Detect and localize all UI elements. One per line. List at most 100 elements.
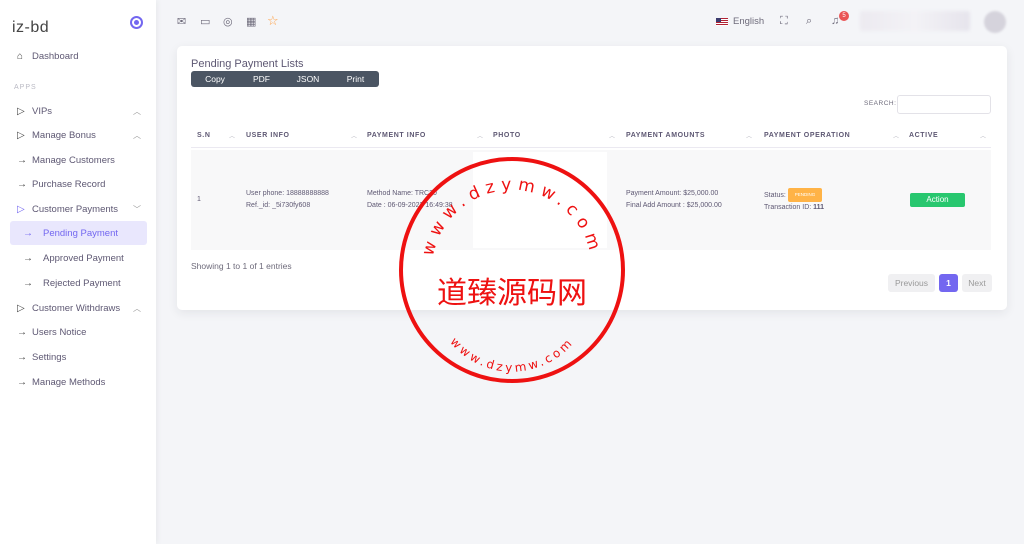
sidebar-item-label: Dashboard: [32, 50, 79, 62]
sidebar-item-dashboard[interactable]: ⌂ Dashboard: [10, 44, 147, 68]
section-label-apps: APPS: [14, 84, 37, 91]
search-input[interactable]: [897, 95, 991, 114]
copy-button[interactable]: Copy: [191, 71, 239, 87]
svg-text:www.dzymw.com: www.dzymw.com: [447, 335, 576, 375]
status-label: Status:: [764, 191, 786, 199]
pagination-next[interactable]: Next: [962, 274, 992, 292]
language-label: English: [733, 16, 765, 27]
ref-id: Ref._id: _5i730fy608: [246, 202, 311, 209]
pdf-button[interactable]: PDF: [239, 71, 284, 87]
column-header-active[interactable]: ACTIVE: [909, 132, 938, 139]
column-header-payment-operation[interactable]: PAYMENT OPERATION: [764, 132, 850, 139]
sidebar-item-label: Customer Withdraws: [32, 302, 121, 314]
play-icon: ▷: [17, 105, 25, 117]
check-circle-icon[interactable]: ◎: [223, 15, 233, 28]
sort-icon[interactable]: ︿: [477, 131, 483, 140]
cell-payment-info: Method Name: TRC20 Date : 06-09-2023 16:…: [367, 188, 453, 212]
entries-info: Showing 1 to 1 of 1 entries: [191, 261, 292, 271]
export-button-group: Copy PDF JSON Print: [191, 71, 379, 87]
fullscreen-icon[interactable]: ⛶: [780, 15, 788, 28]
arrow-right-icon: →: [23, 227, 33, 239]
sidebar-item-purchase-record[interactable]: → Purchase Record: [10, 172, 147, 196]
sidebar-item-label: Rejected Payment: [43, 277, 121, 289]
sidebar-item-customer-withdraws[interactable]: ▷ Customer Withdraws ︿: [10, 296, 147, 320]
mail-icon[interactable]: ✉: [177, 15, 186, 28]
sort-icon[interactable]: ︿: [351, 131, 357, 140]
status-badge: PENDING: [787, 188, 823, 202]
watermark-url-bottom: www.dzymw.com: [447, 335, 573, 375]
method-name: Method Name: TRC20: [367, 190, 437, 197]
sort-icon[interactable]: ︿: [893, 131, 899, 140]
calendar-icon[interactable]: ▦: [246, 15, 256, 28]
arrow-right-icon: →: [17, 351, 27, 363]
arrow-right-icon: →: [17, 178, 27, 190]
chat-icon[interactable]: ▭: [200, 15, 210, 28]
column-header-payment-amounts[interactable]: PAYMENT AMOUNTS: [626, 132, 705, 139]
sort-icon[interactable]: ︿: [229, 131, 235, 140]
language-dropdown[interactable]: English: [716, 16, 764, 27]
arrow-right-icon: →: [23, 277, 33, 289]
sidebar-item-approved-payment[interactable]: → Approved Payment: [10, 246, 147, 270]
payment-photo[interactable]: [473, 152, 607, 248]
arrow-right-icon: →: [17, 154, 27, 166]
sidebar-toggle-icon[interactable]: [130, 16, 143, 29]
sidebar-item-manage-bonus[interactable]: ▷ Manage Bonus ︿: [10, 123, 147, 147]
pagination-previous[interactable]: Previous: [888, 274, 935, 292]
search-icon[interactable]: ⌕: [806, 15, 812, 28]
user-phone: User phone: 18888888888: [246, 190, 329, 197]
sidebar-item-label: Customer Payments: [32, 203, 119, 215]
final-add-amount: Final Add Amount : $25,000.00: [626, 202, 722, 209]
sidebar-item-label: VIPs: [32, 105, 53, 117]
chevron-up-icon: ︿: [133, 106, 141, 116]
star-icon[interactable]: ☆: [267, 13, 279, 29]
payment-date: Date : 06-09-2023 16:49:38: [367, 202, 453, 209]
sidebar-item-settings[interactable]: → Settings: [10, 345, 147, 369]
column-header-user-info[interactable]: USER INFO: [246, 132, 290, 139]
home-icon: ⌂: [17, 50, 24, 62]
brand-logo[interactable]: iz-bd: [12, 19, 49, 37]
cell-payment-operation: Status: PENDING Transaction ID: 111: [764, 188, 824, 214]
sidebar-item-label: Pending Payment: [43, 227, 118, 239]
transaction-label: Transaction ID:: [764, 204, 812, 211]
chevron-up-icon: ︿: [133, 130, 141, 140]
notification-badge: 5: [839, 11, 849, 21]
top-navbar: ✉ ▭ ◎ ▦ ☆ English ⛶ ⌕ ♫ 5: [156, 0, 1024, 44]
action-button[interactable]: Action: [910, 193, 965, 207]
json-button[interactable]: JSON: [284, 71, 332, 87]
sidebar-item-label: Manage Customers: [32, 154, 115, 166]
print-button[interactable]: Print: [332, 71, 379, 87]
sidebar-item-label: Manage Methods: [32, 376, 106, 388]
sidebar-item-label: Settings: [32, 351, 67, 363]
chevron-down-icon: ﹀: [133, 204, 141, 214]
sort-icon[interactable]: ︿: [746, 131, 752, 140]
sort-icon[interactable]: ︿: [980, 131, 986, 140]
cell-sn: 1: [197, 196, 201, 203]
sidebar-item-label: Purchase Record: [32, 178, 106, 190]
sort-icon[interactable]: ︿: [609, 131, 615, 140]
cell-payment-amounts: Payment Amount: $25,000.00 Final Add Amo…: [626, 188, 722, 212]
sidebar-item-users-notice[interactable]: → Users Notice: [10, 320, 147, 344]
user-name-blurred[interactable]: [860, 11, 970, 31]
sidebar-item-vips[interactable]: ▷ VIPs ︿: [10, 99, 147, 123]
sidebar-item-manage-methods[interactable]: → Manage Methods: [10, 370, 147, 394]
column-header-payment-info[interactable]: PAYMENT INFO: [367, 132, 426, 139]
column-header-photo[interactable]: PHOTO: [493, 132, 521, 139]
transaction-id: 111: [813, 204, 825, 211]
sidebar-item-customer-payments[interactable]: ▷ Customer Payments ﹀: [10, 197, 147, 221]
pending-payment-card: Pending Payment Lists Copy PDF JSON Prin…: [177, 46, 1007, 310]
cell-user-info: User phone: 18888888888 Ref._id: _5i730f…: [246, 188, 329, 212]
arrow-right-icon: →: [17, 376, 27, 388]
sidebar-item-manage-customers[interactable]: → Manage Customers: [10, 148, 147, 172]
sidebar-item-label: Manage Bonus: [32, 129, 96, 141]
avatar[interactable]: [984, 11, 1006, 33]
us-flag-icon: [716, 17, 728, 26]
search-label: SEARCH:: [864, 100, 897, 107]
column-header-sn[interactable]: S.N: [197, 132, 210, 139]
sidebar-item-rejected-payment[interactable]: → Rejected Payment: [10, 271, 147, 295]
pagination-page-1[interactable]: 1: [939, 274, 958, 292]
bell-icon[interactable]: ♫: [831, 15, 839, 27]
payment-amount: Payment Amount: $25,000.00: [626, 190, 719, 197]
sidebar-item-pending-payment[interactable]: → Pending Payment: [10, 221, 147, 245]
play-icon: ▷: [17, 203, 25, 215]
sidebar-item-label: Users Notice: [32, 326, 87, 338]
